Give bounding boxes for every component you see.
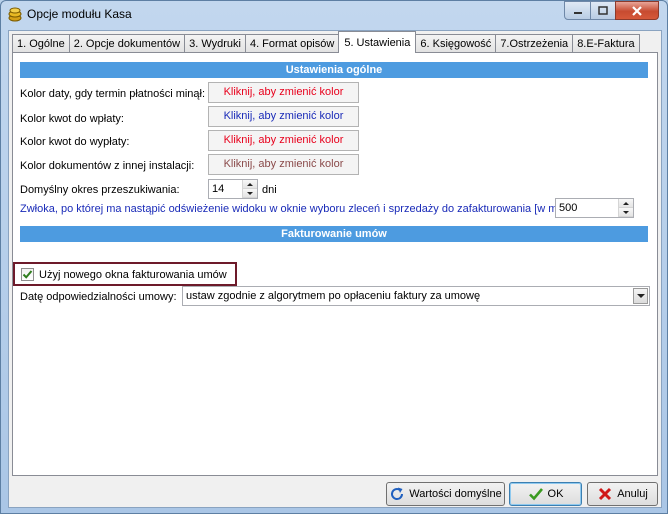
payout-amount-color-button[interactable]: Kliknij, aby zmienić kolor [208,130,359,151]
ok-button-label: OK [547,488,564,500]
tab-document-options[interactable]: 2. Opcje dokumentów [68,34,186,53]
cancel-x-icon [599,487,612,501]
tab-settings[interactable]: 5. Ustawienia [338,31,417,53]
responsibility-date-value: ustaw zgodnie z algorytmem po opłaceniu … [186,290,481,302]
payin-amount-color-button[interactable]: Kliknij, aby zmienić kolor [208,106,359,127]
refresh-delay-value: 500 [559,202,578,214]
window-title: Opcje modułu Kasa [27,7,132,21]
use-new-window-label[interactable]: Użyj nowego okna fakturowania umów [39,269,227,281]
maximize-icon [598,5,608,15]
arrow-up-icon [247,182,253,186]
tab-accounting[interactable]: 6. Księgowość [415,34,497,53]
arrow-down-icon [623,210,629,214]
settings-panel: Ustawienia ogólne Kolor daty, gdy termin… [12,52,658,476]
refresh-icon [391,487,404,500]
refresh-delay-label: Zwłoka, po której ma nastąpić odświeżeni… [20,203,566,215]
payin-amount-color-label: Kolor kwot do wpłaty: [20,113,124,125]
other-install-color-label: Kolor dokumentów z innej instalacji: [20,160,195,172]
minimize-icon [573,11,582,14]
title-bar[interactable]: Opcje modułu Kasa [1,1,667,29]
payout-amount-color-label: Kolor kwot do wypłaty: [20,136,130,148]
search-period-label: Domyślny okres przeszukiwania: [20,184,180,196]
spin-up-button[interactable] [619,199,633,208]
responsibility-date-label: Datę odpowiedzialności umowy: [20,291,177,303]
general-settings-header: Ustawienia ogólne [20,62,648,78]
spin-down-button[interactable] [243,189,257,198]
maximize-button[interactable] [590,1,616,20]
checkmark-icon [528,488,543,501]
overdue-date-color-label: Kolor daty, gdy termin płatności minął: [20,88,206,100]
arrow-down-icon [247,191,253,195]
refresh-delay-spinner[interactable]: 500 [555,198,634,218]
cancel-button[interactable]: Anuluj [587,482,658,506]
minimize-button[interactable] [564,1,591,20]
dropdown-button[interactable] [633,288,648,304]
search-period-unit: dni [262,184,277,196]
other-install-color-button[interactable]: Kliknij, aby zmienić kolor [208,154,359,175]
spin-down-button[interactable] [619,208,633,217]
ok-button[interactable]: OK [509,482,582,506]
tab-printouts[interactable]: 3. Wydruki [184,34,246,53]
tab-strip: 1. Ogólne 2. Opcje dokumentów 3. Wydruki… [12,31,640,53]
responsibility-date-select[interactable]: ustaw zgodnie z algorytmem po opłaceniu … [182,286,650,306]
dialog-window: Opcje modułu Kasa 1. Ogólne 2. Opcje dok… [0,0,668,514]
defaults-button[interactable]: Wartości domyślne [386,482,505,506]
contract-invoicing-header: Fakturowanie umów [20,226,648,242]
tab-e-invoice[interactable]: 8.E-Faktura [572,34,640,53]
checkmark-icon [22,270,33,279]
arrow-up-icon [623,201,629,205]
cancel-button-label: Anuluj [617,488,648,500]
tab-warnings[interactable]: 7.Ostrzeżenia [495,34,574,53]
search-period-value: 14 [212,183,225,195]
close-button[interactable] [615,1,659,20]
dialog-client-area: 1. Ogólne 2. Opcje dokumentów 3. Wydruki… [8,30,662,508]
tab-description-format[interactable]: 4. Format opisów [244,34,340,53]
cash-module-icon [7,6,23,22]
defaults-button-label: Wartości domyślne [409,488,502,500]
tab-general[interactable]: 1. Ogólne [12,34,70,53]
search-period-spinner[interactable]: 14 [208,179,258,199]
overdue-date-color-button[interactable]: Kliknij, aby zmienić kolor [208,82,359,103]
use-new-window-checkbox[interactable] [21,268,34,281]
spin-up-button[interactable] [243,180,257,189]
chevron-down-icon [636,294,645,298]
close-icon [632,5,642,16]
